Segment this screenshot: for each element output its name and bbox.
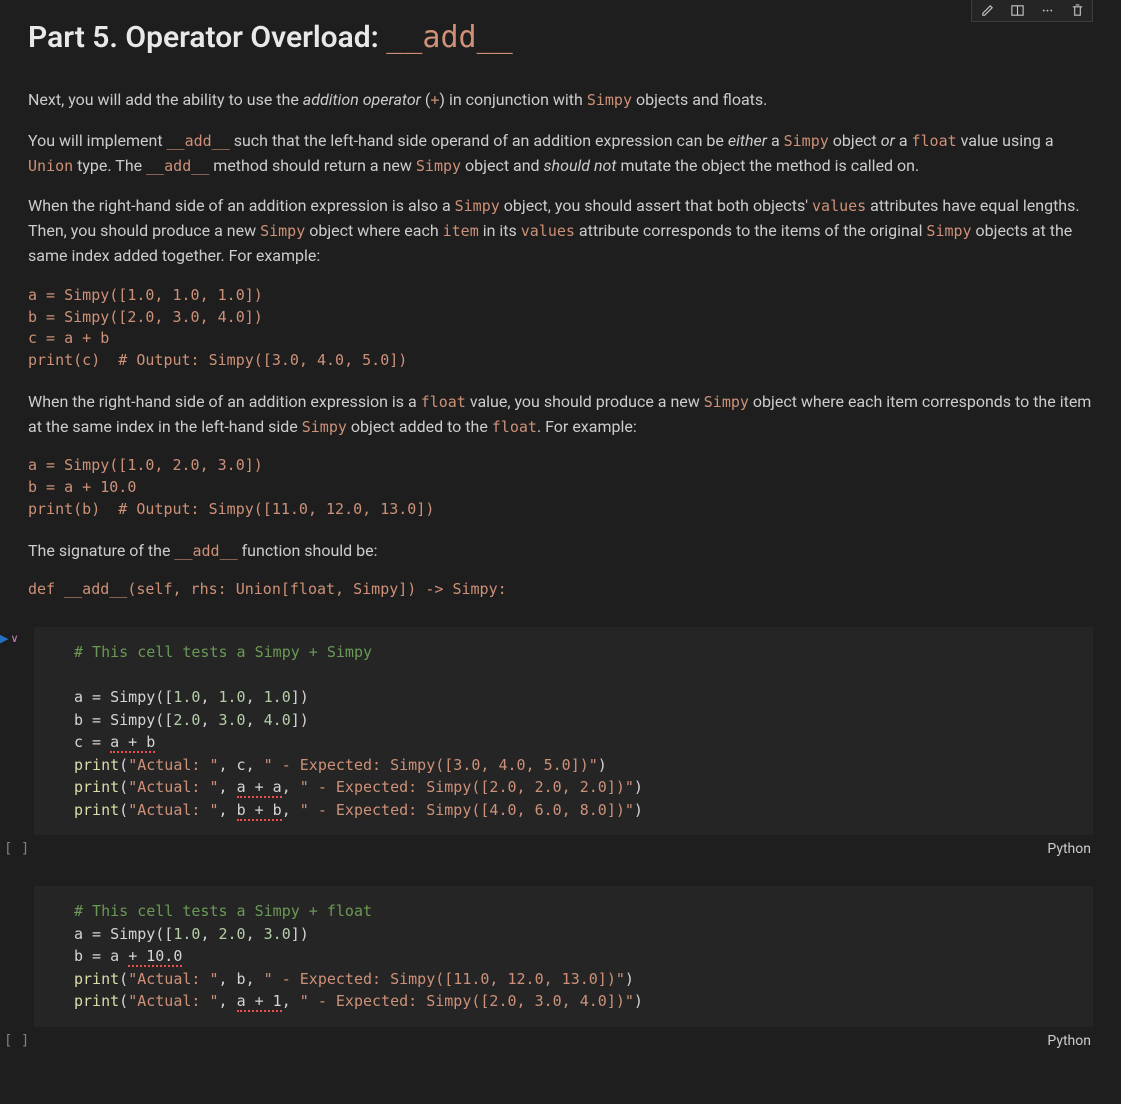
paragraph-4: When the right-hand side of an addition … (28, 390, 1093, 440)
example-code-2: a = Simpy([1.0, 2.0, 3.0]) b = a + 10.0 … (28, 455, 1093, 520)
split-button[interactable] (1002, 0, 1032, 21)
code-cell-1[interactable]: ▶∨ # This cell tests a Simpy + Simpy a =… (28, 627, 1093, 860)
language-label[interactable]: Python (1047, 839, 1091, 860)
move-down-icon[interactable]: ∨ (10, 632, 18, 645)
move-up-icon[interactable]: ▶ (0, 632, 8, 645)
execution-count: [ ] (4, 1031, 29, 1052)
markdown-content: Part 5. Operator Overload: __add__ Next,… (0, 0, 1121, 1052)
paragraph-2: You will implement __add__ such that the… (28, 129, 1093, 179)
cell-toolbar (971, 0, 1093, 22)
paragraph-1: Next, you will add the ability to use th… (28, 88, 1093, 113)
delete-button[interactable] (1062, 0, 1092, 21)
language-label[interactable]: Python (1047, 1031, 1091, 1052)
example-code-1: a = Simpy([1.0, 1.0, 1.0]) b = Simpy([2.… (28, 285, 1093, 372)
code-cell-editor[interactable]: # This cell tests a Simpy + float a = Si… (34, 886, 1093, 1027)
signature-code: def __add__(self, rhs: Union[float, Simp… (28, 579, 1093, 601)
paragraph-3: When the right-hand side of an addition … (28, 194, 1093, 268)
code-cell-2[interactable]: # This cell tests a Simpy + float a = Si… (28, 886, 1093, 1052)
more-button[interactable] (1032, 0, 1062, 21)
cell-footer: [ ] Python (28, 1031, 1093, 1052)
heading-text: Part 5. Operator Overload: (28, 20, 386, 55)
paragraph-5: The signature of the __add__ function sh… (28, 539, 1093, 564)
edit-button[interactable] (972, 0, 1002, 21)
code-cell-editor[interactable]: # This cell tests a Simpy + Simpy a = Si… (34, 627, 1093, 835)
cell-footer: [ ] Python (28, 839, 1093, 860)
heading-code: __add__ (386, 20, 512, 55)
cell-move-controls: ▶∨ (0, 629, 19, 649)
execution-count: [ ] (4, 839, 29, 860)
section-heading: Part 5. Operator Overload: __add__ (28, 15, 1093, 60)
